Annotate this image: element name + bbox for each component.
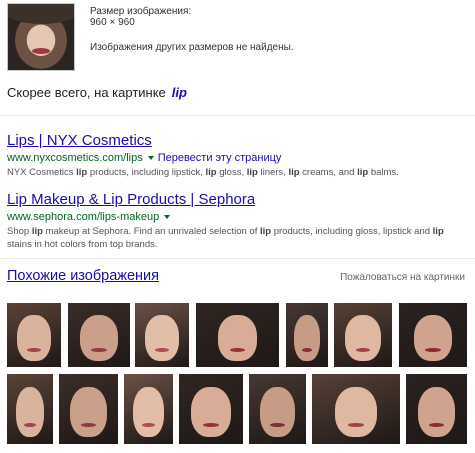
similar-image-thumbnail[interactable] bbox=[135, 303, 189, 367]
similar-image-thumbnail[interactable] bbox=[286, 303, 328, 367]
similar-image-thumbnail[interactable] bbox=[68, 303, 130, 367]
best-guess-query-link[interactable]: lip bbox=[172, 85, 187, 100]
lips-shape bbox=[355, 347, 371, 352]
thumbnail-lips bbox=[32, 48, 50, 54]
similar-image-thumbnail[interactable] bbox=[196, 303, 279, 367]
face-shape bbox=[191, 386, 231, 437]
lips-shape bbox=[203, 422, 219, 427]
face-shape bbox=[70, 386, 107, 437]
lips-shape bbox=[155, 347, 169, 352]
result-title-link[interactable]: Lip Makeup & Lip Products | Sephora bbox=[7, 191, 467, 209]
best-guess: Скорее всего, на картинке lip bbox=[7, 85, 187, 100]
face-shape bbox=[218, 314, 257, 361]
result-snippet: NYX Cosmetics lip products, including li… bbox=[7, 167, 399, 178]
result-url: www.sephora.com/lips-makeup bbox=[7, 211, 160, 223]
url-dropdown-icon[interactable] bbox=[147, 155, 154, 160]
image-size-value: 960 × 960 bbox=[90, 17, 135, 28]
lips-shape bbox=[81, 422, 96, 427]
face-shape bbox=[259, 386, 296, 437]
similar-image-thumbnail[interactable] bbox=[334, 303, 392, 367]
url-dropdown-icon[interactable] bbox=[164, 214, 171, 219]
face-shape bbox=[417, 386, 456, 437]
similar-image-thumbnail[interactable] bbox=[7, 303, 61, 367]
lips-shape bbox=[301, 347, 313, 352]
report-images-link[interactable]: Пожаловаться на картинки bbox=[340, 272, 465, 283]
lips-shape bbox=[270, 422, 285, 427]
face-shape bbox=[413, 314, 453, 361]
image-size-label: Размер изображения: bbox=[90, 6, 192, 17]
similar-image-thumbnail[interactable] bbox=[399, 303, 467, 367]
translate-link[interactable]: Перевести эту страницу bbox=[158, 152, 282, 164]
result-snippet: Shop lip makeup at Sephora. Find an unri… bbox=[7, 226, 444, 250]
face-shape bbox=[15, 386, 45, 437]
face-shape bbox=[17, 314, 51, 361]
face-shape bbox=[335, 386, 377, 437]
search-result: Lips | NYX Cosmetics www.nyxcosmetics.co… bbox=[7, 132, 467, 179]
search-result: Lip Makeup & Lip Products | Sephora www.… bbox=[7, 191, 467, 251]
result-url-line: www.sephora.com/lips-makeup bbox=[7, 210, 467, 224]
similar-image-thumbnail[interactable] bbox=[59, 374, 118, 444]
result-url: www.nyxcosmetics.com/lips bbox=[7, 152, 143, 164]
face-shape bbox=[133, 386, 164, 437]
similar-image-thumbnail[interactable] bbox=[179, 374, 243, 444]
similar-image-thumbnail[interactable] bbox=[249, 374, 306, 444]
face-shape bbox=[79, 314, 119, 361]
no-other-sizes-text: Изображения других размеров не найдены. bbox=[90, 42, 294, 53]
lips-shape bbox=[425, 347, 441, 352]
divider bbox=[0, 258, 475, 259]
lips-shape bbox=[91, 347, 107, 352]
face-shape bbox=[293, 314, 320, 361]
lips-shape bbox=[24, 422, 36, 427]
query-image-thumbnail[interactable] bbox=[7, 3, 75, 71]
lips-shape bbox=[142, 422, 155, 427]
lips-shape bbox=[27, 347, 41, 352]
face-shape bbox=[145, 314, 179, 361]
similar-image-thumbnail[interactable] bbox=[7, 374, 53, 444]
similar-image-thumbnail[interactable] bbox=[312, 374, 400, 444]
best-guess-label: Скорее всего, на картинке bbox=[7, 85, 166, 100]
similar-images-title-link[interactable]: Похожие изображения bbox=[7, 268, 159, 284]
similar-image-thumbnail[interactable] bbox=[124, 374, 173, 444]
lips-shape bbox=[347, 422, 365, 427]
result-title-link[interactable]: Lips | NYX Cosmetics bbox=[7, 132, 467, 150]
similar-image-thumbnail[interactable] bbox=[406, 374, 467, 444]
lips-shape bbox=[229, 347, 246, 352]
face-shape bbox=[345, 314, 381, 361]
lips-shape bbox=[428, 422, 445, 427]
divider bbox=[0, 115, 475, 116]
result-url-line: www.nyxcosmetics.com/lips Перевести эту с… bbox=[7, 151, 467, 165]
thumbnail-hair bbox=[8, 4, 74, 24]
